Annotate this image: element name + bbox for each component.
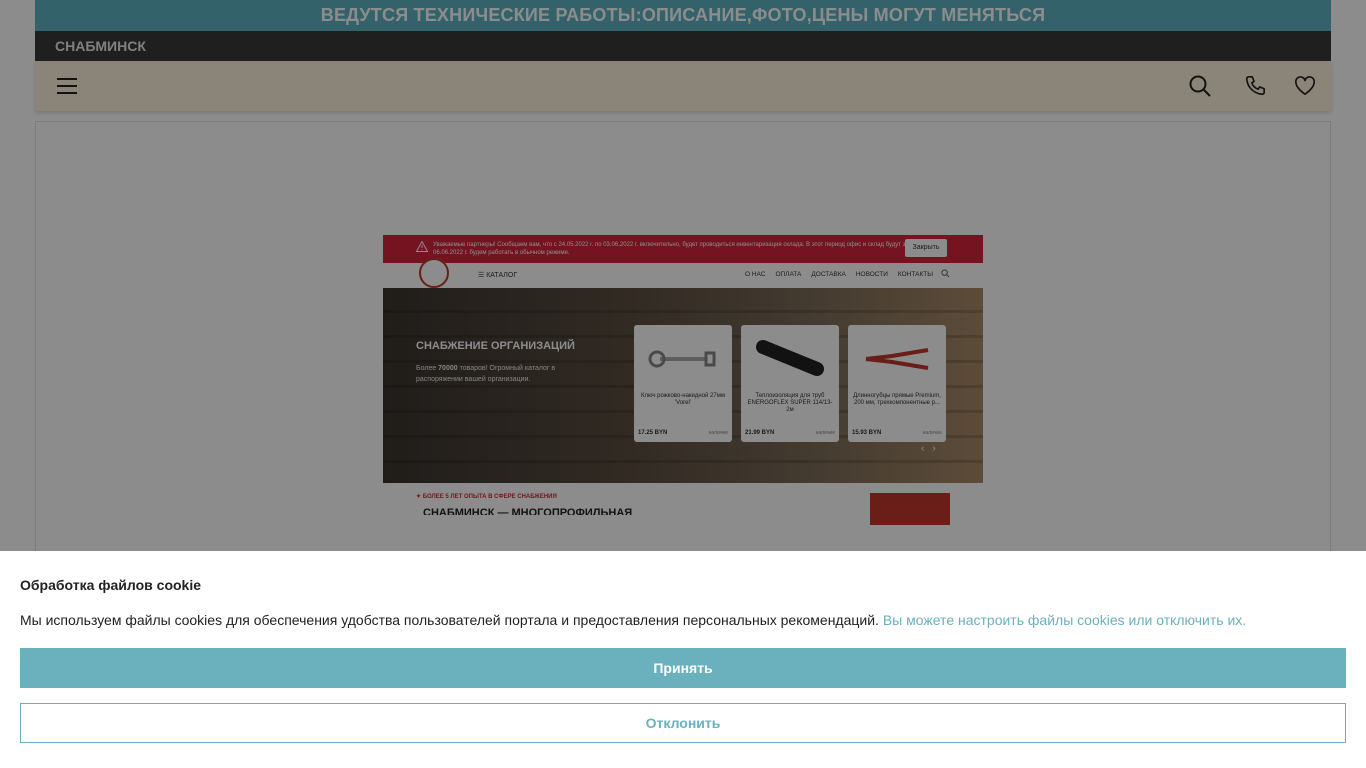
cookie-text: Мы используем файлы cookies для обеспече…: [20, 612, 1246, 628]
cookie-description: Мы используем файлы cookies для обеспече…: [20, 612, 879, 628]
decline-button[interactable]: Отклонить: [20, 703, 1346, 743]
cookie-banner: Обработка файлов cookie Мы используем фа…: [0, 551, 1366, 768]
cookie-title: Обработка файлов cookie: [20, 577, 202, 593]
accept-button[interactable]: Принять: [20, 648, 1346, 688]
cookie-settings-link[interactable]: Вы можете настроить файлы cookies или от…: [883, 612, 1246, 628]
